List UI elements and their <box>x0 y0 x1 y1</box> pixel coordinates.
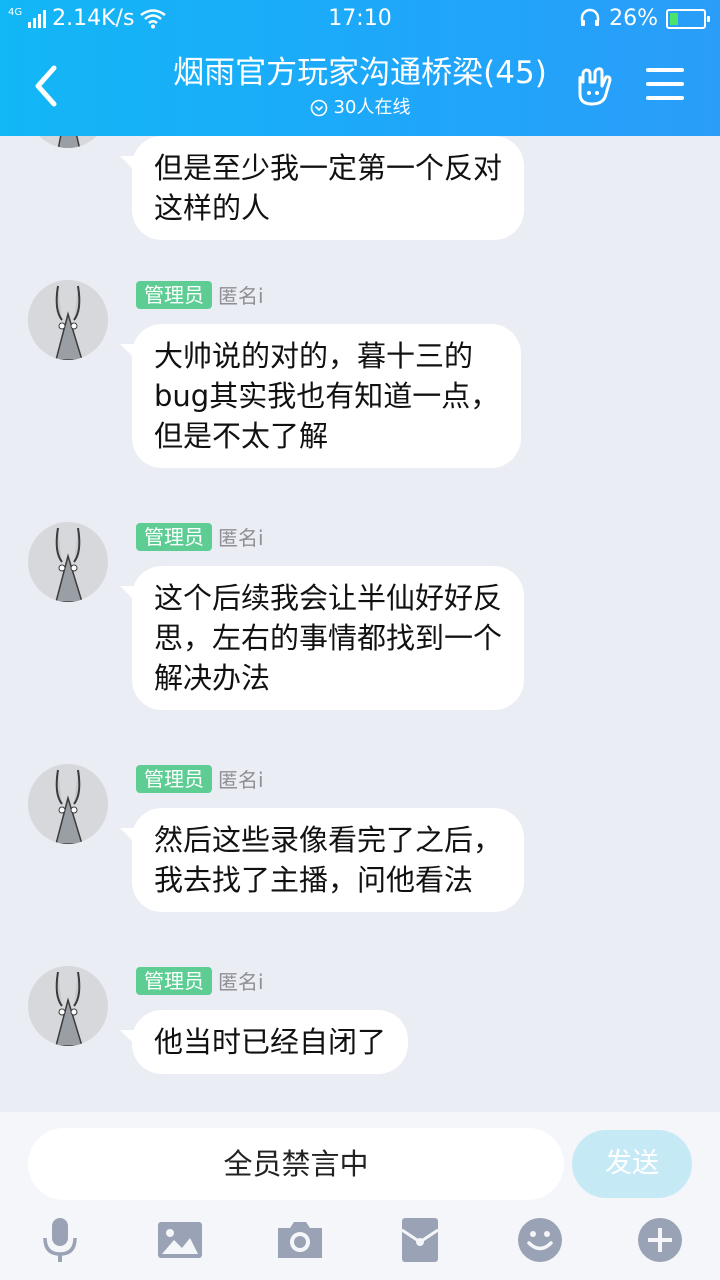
rabbit-avatar-icon <box>28 966 108 1046</box>
admin-badge: 管理员 <box>136 280 212 309</box>
avatar[interactable] <box>28 280 108 360</box>
sender-meta: 管理员 匿名i <box>136 966 264 995</box>
microphone-icon[interactable] <box>36 1216 84 1264</box>
message-input-muted[interactable]: 全员禁言中 <box>28 1128 564 1200</box>
plus-icon[interactable] <box>636 1216 684 1264</box>
chat-title-area[interactable]: 烟雨官方玩家沟通桥梁(45) 30人在线 <box>120 52 600 120</box>
header: 4G 2.14K/s 17:10 26% 烟雨官方玩家沟通桥梁(45) 30人在… <box>0 0 720 136</box>
avatar[interactable] <box>28 764 108 844</box>
back-arrow-icon[interactable] <box>28 62 68 110</box>
input-bar: 全员禁言中 发送 <box>0 1112 720 1280</box>
emoji-icon[interactable] <box>516 1216 564 1264</box>
sender-name[interactable]: 匿名i <box>218 522 264 551</box>
headset-icon <box>580 8 600 26</box>
avatar[interactable] <box>28 966 108 1046</box>
admin-badge: 管理员 <box>136 522 212 551</box>
rabbit-avatar-icon <box>28 280 108 360</box>
admin-badge: 管理员 <box>136 764 212 793</box>
message-bubble[interactable]: 这个后续我会让半仙好好反 思，左右的事情都找到一个 解决办法 <box>132 566 525 710</box>
avatar[interactable] <box>28 136 108 148</box>
battery-percent: 26% <box>609 6 658 31</box>
camera-icon[interactable] <box>276 1216 324 1264</box>
sender-name[interactable]: 匿名i <box>218 764 264 793</box>
red-packet-icon[interactable] <box>396 1216 444 1264</box>
admin-badge: 管理员 <box>136 966 212 995</box>
online-count: 30人在线 <box>333 97 411 118</box>
rabbit-avatar-icon <box>39 136 97 148</box>
message-bubble[interactable]: 他当时已经自闭了 <box>132 1010 409 1074</box>
message-bubble[interactable]: 但是至少我一定第一个反对 这样的人 <box>132 136 525 240</box>
sender-meta: 管理员 匿名i <box>136 764 264 793</box>
input-toolbar <box>0 1216 720 1268</box>
hand-gesture-icon[interactable] <box>572 64 616 108</box>
message-bubble[interactable]: 然后这些录像看完了之后， 我去找了主播，问他看法 <box>132 808 525 912</box>
chat-area[interactable]: 但是至少我一定第一个反对 这样的人 管理员 匿名i 大帅说的对的，暮十三的 bu… <box>0 136 720 1112</box>
status-bar: 4G 2.14K/s 17:10 26% <box>0 0 720 38</box>
image-icon[interactable] <box>156 1216 204 1264</box>
sender-meta: 管理员 匿名i <box>136 280 264 309</box>
sender-name[interactable]: 匿名i <box>218 966 264 995</box>
rabbit-avatar-icon <box>28 522 108 602</box>
sender-meta: 管理员 匿名i <box>136 522 264 551</box>
message-bubble[interactable]: 大帅说的对的，暮十三的 bug其实我也有知道一点， 但是不太了解 <box>132 324 522 468</box>
battery-icon <box>666 8 710 29</box>
menu-icon[interactable] <box>646 68 684 100</box>
rabbit-avatar-icon <box>28 764 108 844</box>
send-button[interactable]: 发送 <box>572 1130 692 1198</box>
sender-name[interactable]: 匿名i <box>218 280 264 309</box>
group-title: 烟雨官方玩家沟通桥梁(45) <box>173 55 547 91</box>
online-status: 30人在线 <box>120 96 600 120</box>
chevron-circle-icon <box>310 99 327 117</box>
avatar[interactable] <box>28 522 108 602</box>
